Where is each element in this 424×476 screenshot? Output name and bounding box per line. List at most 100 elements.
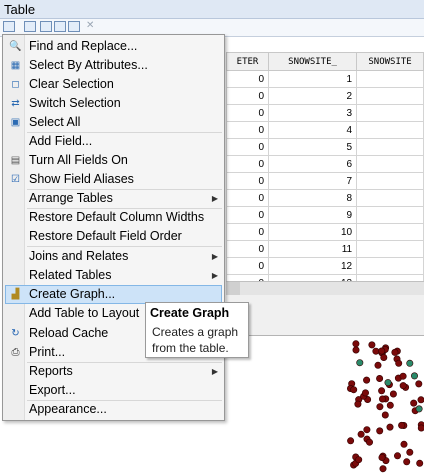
table-cell[interactable]: 8 [268, 189, 358, 207]
menu-item-label: Restore Default Column Widths [29, 210, 205, 224]
table-cell[interactable]: 0 [226, 70, 270, 88]
table-cell[interactable] [356, 121, 424, 139]
map-point [406, 359, 414, 367]
table-cell[interactable]: 0 [226, 172, 270, 190]
horizontal-scrollbar[interactable] [226, 281, 424, 296]
submenu-arrow-icon: ▶ [211, 194, 218, 203]
table-row[interactable]: 06 [226, 155, 424, 173]
table-cell[interactable] [356, 257, 424, 275]
map-point [384, 379, 392, 387]
map-point [395, 359, 403, 367]
table-cell[interactable] [356, 104, 424, 122]
table-cell[interactable]: 11 [268, 240, 358, 258]
menu-item-add-field[interactable]: Add Field... [5, 132, 222, 151]
table-cell[interactable]: 0 [226, 223, 270, 241]
map-point [352, 346, 360, 354]
table-row[interactable]: 0 12 [226, 257, 424, 275]
menu-item-find-and-replace[interactable]: 🔍 Find and Replace... [5, 37, 222, 56]
menu-item-show-field-aliases[interactable]: ☑ Show Field Aliases [5, 170, 222, 189]
table-cell[interactable] [356, 87, 424, 105]
table-cell[interactable]: 0 [226, 240, 270, 258]
menu-item-restore-default-column-widths[interactable]: Restore Default Column Widths [5, 208, 222, 227]
table-cell[interactable] [356, 223, 424, 241]
related-tables-button[interactable] [24, 21, 36, 32]
map-point [357, 430, 365, 438]
switch-selection-button[interactable] [54, 21, 66, 32]
table-row[interactable]: 0 11 [226, 240, 424, 258]
delete-selected-icon[interactable]: ✕ [86, 20, 94, 31]
menu-item-appearance[interactable]: Appearance... [5, 400, 222, 419]
menu-item-switch-selection[interactable]: ⇄ Switch Selection [5, 94, 222, 113]
map-point [347, 437, 355, 445]
table-cell[interactable]: 12 [268, 257, 358, 275]
table-cell[interactable] [356, 155, 424, 173]
table-row[interactable]: 01 [226, 70, 424, 88]
table-row[interactable]: 05 [226, 138, 424, 156]
table-cell[interactable]: 0 [226, 104, 270, 122]
map-point [415, 405, 423, 413]
map-point [393, 452, 401, 460]
table-cell[interactable]: 0 [226, 189, 270, 207]
table-cell[interactable]: 0 [226, 121, 270, 139]
table-row[interactable]: 03 [226, 104, 424, 122]
column-header[interactable]: ETER [226, 52, 270, 71]
menu-item-export[interactable]: Export... [5, 381, 222, 400]
menu-item-select-by-attributes[interactable]: ▦ Select By Attributes... [5, 56, 222, 75]
table-row[interactable]: 07 [226, 172, 424, 190]
table-cell[interactable] [356, 240, 424, 258]
menu-item-restore-default-field-order[interactable]: Restore Default Field Order [5, 227, 222, 246]
table-row[interactable]: 04 [226, 121, 424, 139]
clear-selection-button[interactable] [68, 21, 80, 32]
reload-icon: ↻ [11, 328, 20, 339]
map-point [386, 401, 394, 409]
table-options-button[interactable] [3, 21, 15, 32]
table-row[interactable]: 02 [226, 87, 424, 105]
table-row[interactable]: 08 [226, 189, 424, 207]
table-cell[interactable]: 3 [268, 104, 358, 122]
table-cell[interactable] [356, 189, 424, 207]
graph-icon: ▟ [11, 289, 20, 300]
tooltip-body: Creates a graph from the table. [152, 325, 239, 355]
map-point [410, 399, 418, 407]
menu-item-select-all[interactable]: ▣ Select All [5, 113, 222, 132]
table-cell[interactable] [356, 138, 424, 156]
table-cell[interactable]: 9 [268, 206, 358, 224]
map-point [391, 348, 399, 356]
menu-item-label: Reports [29, 364, 73, 378]
menu-item-arrange-tables[interactable]: Arrange Tables ▶ [5, 189, 222, 208]
map-point [378, 395, 386, 403]
map-point [378, 454, 386, 462]
column-header[interactable]: SNOWSITE_ [268, 52, 358, 71]
table-row[interactable]: 09 [226, 206, 424, 224]
menu-item-label: Joins and Relates [29, 249, 129, 263]
select-by-attributes-button[interactable] [40, 21, 52, 32]
table-cell[interactable] [356, 70, 424, 88]
table-row[interactable]: 0 10 [226, 223, 424, 241]
table-cell[interactable]: 10 [268, 223, 358, 241]
table-cell[interactable]: 0 [226, 87, 270, 105]
table-cell[interactable]: 7 [268, 172, 358, 190]
table-cell[interactable] [356, 206, 424, 224]
scroll-thumb[interactable] [226, 282, 240, 296]
table-cell[interactable] [356, 172, 424, 190]
table-cell[interactable]: 0 [226, 138, 270, 156]
table-cell[interactable]: 0 [226, 257, 270, 275]
table-cell[interactable]: 0 [226, 155, 270, 173]
select-all-icon: ▣ [10, 117, 21, 128]
checkbox-icon: ☑ [11, 174, 20, 185]
table-cell[interactable]: 0 [226, 206, 270, 224]
table-cell[interactable]: 6 [268, 155, 358, 173]
map-point [372, 347, 380, 355]
menu-item-reports[interactable]: Reports ▶ [5, 362, 222, 381]
menu-item-joins-and-relates[interactable]: Joins and Relates ▶ [5, 247, 222, 266]
menu-item-turn-all-fields-on[interactable]: ▤ Turn All Fields On [5, 151, 222, 170]
table-cell[interactable]: 5 [268, 138, 358, 156]
table-cell[interactable]: 4 [268, 121, 358, 139]
column-header[interactable]: SNOWSITE [356, 52, 424, 71]
map-point [378, 387, 386, 395]
menu-item-related-tables[interactable]: Related Tables ▶ [5, 266, 222, 285]
menu-item-clear-selection[interactable]: ◻ Clear Selection [5, 75, 222, 94]
table-cell[interactable]: 1 [268, 70, 358, 88]
table-options-menu: 🔍 Find and Replace... ▦ Select By Attribute… [2, 34, 225, 421]
table-cell[interactable]: 2 [268, 87, 358, 105]
